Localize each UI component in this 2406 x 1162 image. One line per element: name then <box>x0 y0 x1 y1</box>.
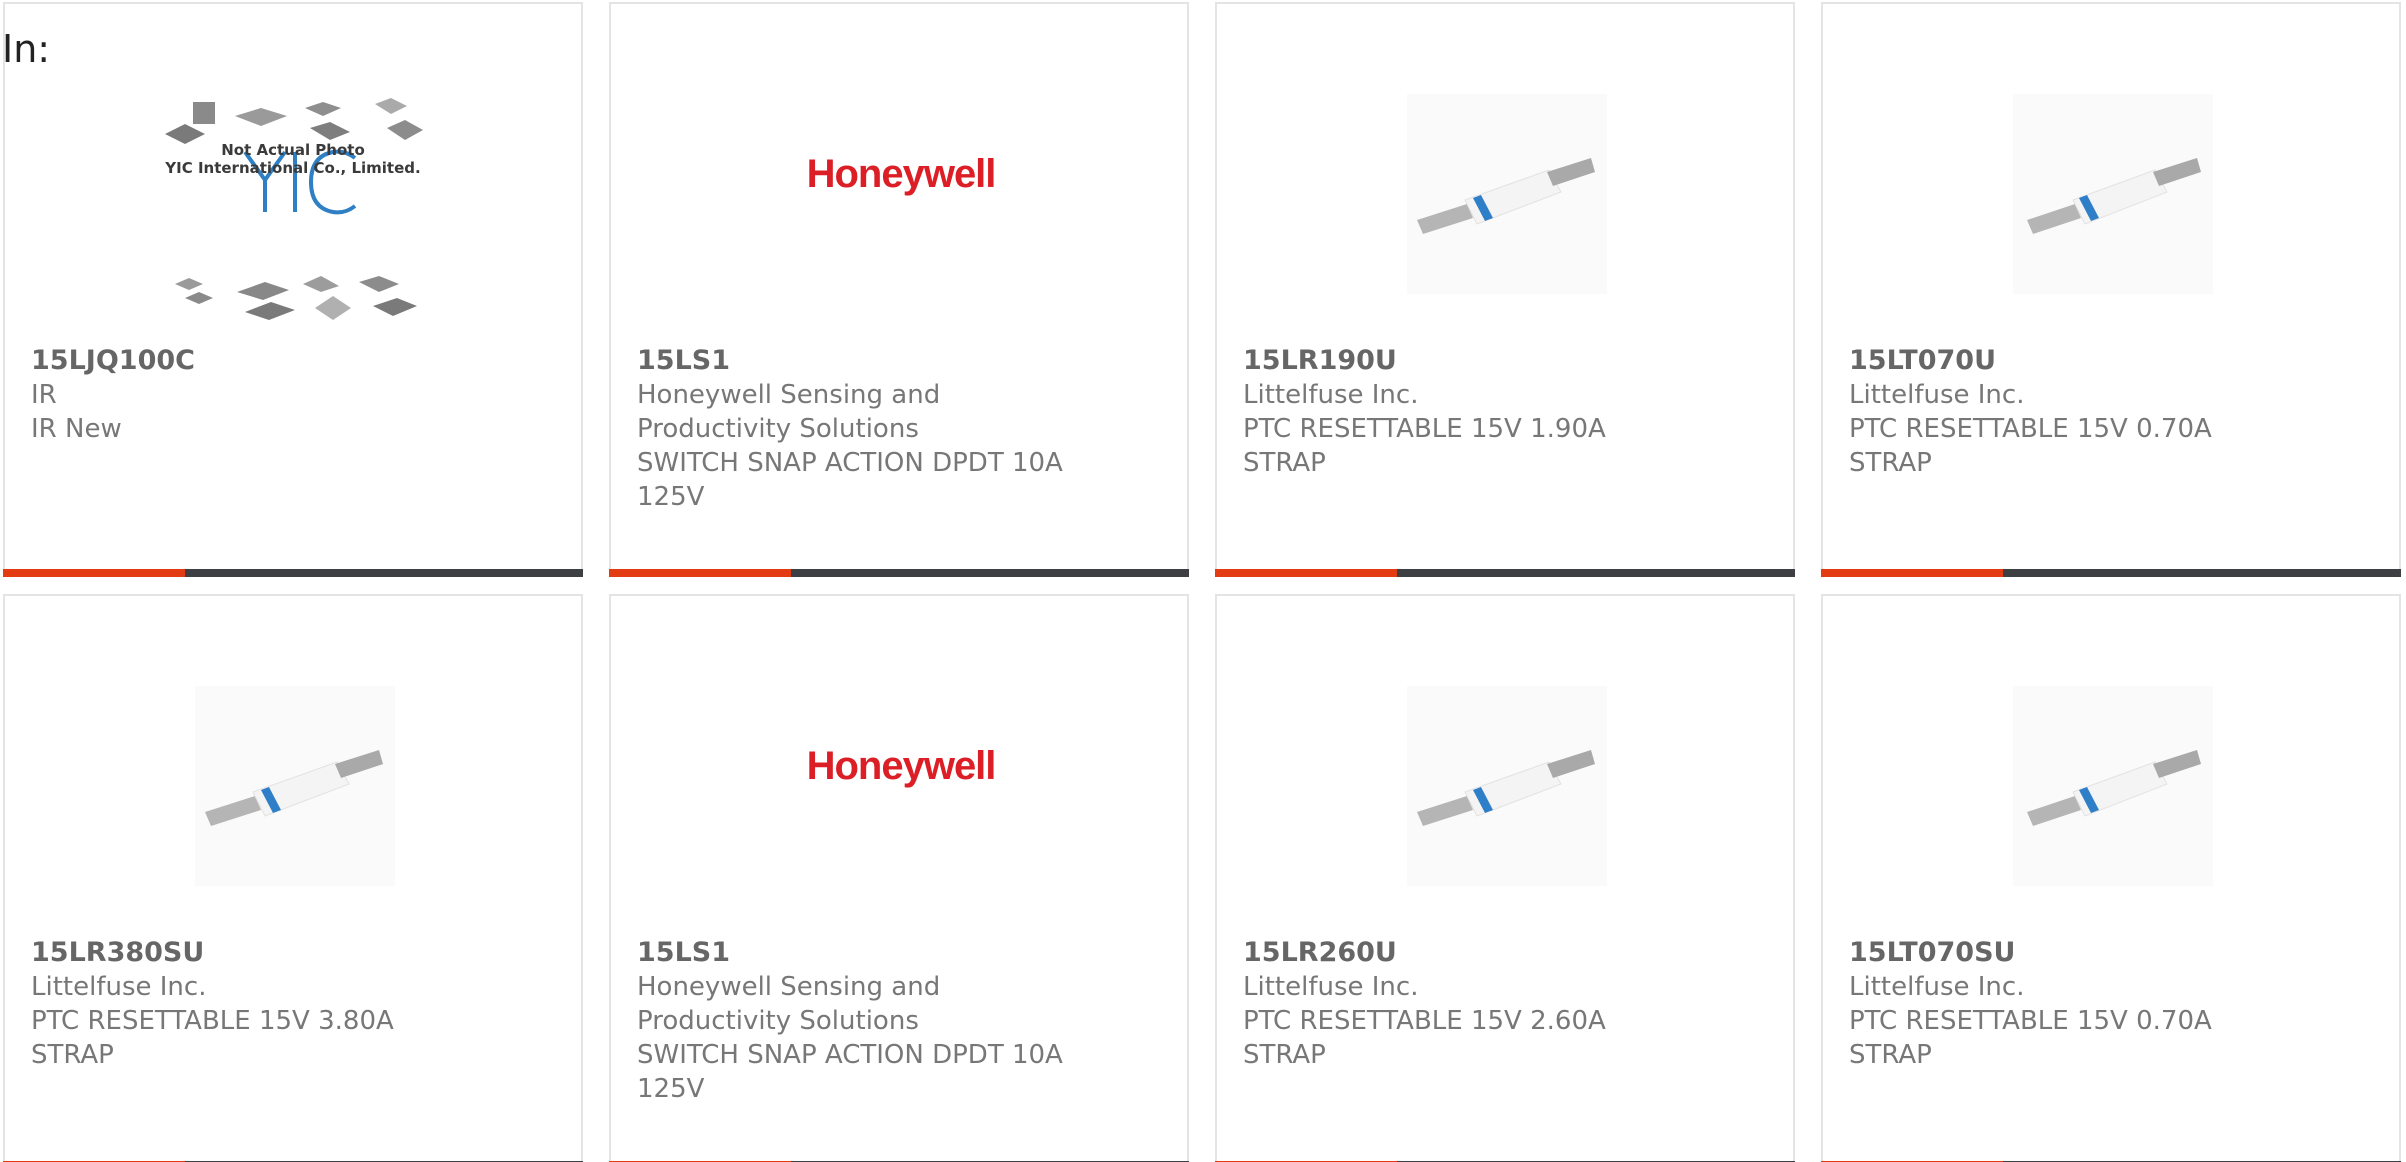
strap-fuse-icon <box>2013 94 2213 294</box>
card-text: 15LJQ100C IR IR New <box>31 344 461 446</box>
product-card[interactable]: Honeywell 15LS1 Honeywell Sensing and Pr… <box>609 594 1189 1162</box>
product-card[interactable]: 15LR260U Littelfuse Inc. PTC RESETTABLE … <box>1215 594 1795 1162</box>
manufacturer: Littelfuse Inc. <box>1243 972 1419 1002</box>
part-number[interactable]: 15LR260U <box>1243 936 1673 970</box>
manufacturer: Littelfuse Inc. <box>1849 380 2025 410</box>
card-text: 15LT070U Littelfuse Inc. PTC RESETTABLE … <box>1849 344 2279 480</box>
card-footer-bar <box>1215 569 1795 577</box>
product-card[interactable]: 15LT070SU Littelfuse Inc. PTC RESETTABLE… <box>1821 594 2401 1162</box>
manufacturer: Littelfuse Inc. <box>31 972 207 1002</box>
card-footer-accent <box>3 569 185 577</box>
description: PTC RESETTABLE 15V 1.90A STRAP <box>1243 414 1606 478</box>
product-grid-page: In: Not Actual Photo YIC International C… <box>0 0 2406 1162</box>
part-number[interactable]: 15LJQ100C <box>31 344 461 378</box>
card-footer-accent <box>609 569 791 577</box>
description: PTC RESETTABLE 15V 0.70A STRAP <box>1849 414 2212 478</box>
product-card[interactable]: Not Actual Photo YIC International Co., … <box>3 2 583 577</box>
product-card[interactable]: 15LR380SU Littelfuse Inc. PTC RESETTABLE… <box>3 594 583 1162</box>
card-footer-accent <box>1215 569 1397 577</box>
card-footer-accent <box>1821 569 2003 577</box>
manufacturer: Honeywell Sensing and Productivity Solut… <box>637 972 941 1036</box>
part-number[interactable]: 15LS1 <box>637 344 1067 378</box>
card-text: 15LT070SU Littelfuse Inc. PTC RESETTABLE… <box>1849 936 2279 1072</box>
part-number[interactable]: 15LT070SU <box>1849 936 2279 970</box>
card-footer-bar <box>3 569 583 577</box>
description: PTC RESETTABLE 15V 0.70A STRAP <box>1849 1006 2212 1070</box>
card-text: 15LR380SU Littelfuse Inc. PTC RESETTABLE… <box>31 936 461 1072</box>
part-number[interactable]: 15LT070U <box>1849 344 2279 378</box>
manufacturer: Honeywell Sensing and Productivity Solut… <box>637 380 941 444</box>
manufacturer: IR <box>31 380 57 410</box>
description: PTC RESETTABLE 15V 3.80A STRAP <box>31 1006 394 1070</box>
strap-fuse-icon <box>1407 686 1607 886</box>
card-footer-bar <box>1821 569 2401 577</box>
honeywell-logo-icon: Honeywell <box>806 152 997 196</box>
strap-fuse-icon <box>1407 94 1607 294</box>
part-number[interactable]: 15LR190U <box>1243 344 1673 378</box>
description: IR New <box>31 414 122 444</box>
part-number[interactable]: 15LS1 <box>637 936 1067 970</box>
manufacturer: Littelfuse Inc. <box>1243 380 1419 410</box>
description: PTC RESETTABLE 15V 2.60A STRAP <box>1243 1006 1606 1070</box>
placeholder-line-2: YIC International Co., Limited. <box>165 159 421 177</box>
manufacturer: Littelfuse Inc. <box>1849 972 2025 1002</box>
strap-fuse-icon <box>195 686 395 886</box>
card-text: 15LS1 Honeywell Sensing and Productivity… <box>637 936 1067 1106</box>
honeywell-logo-icon: Honeywell <box>806 744 997 788</box>
placeholder-line-1: Not Actual Photo <box>221 141 365 159</box>
product-card[interactable]: 15LT070U Littelfuse Inc. PTC RESETTABLE … <box>1821 2 2401 577</box>
in-label: In: <box>2 27 51 71</box>
card-footer-bar <box>609 569 1189 577</box>
strap-fuse-icon <box>2013 686 2213 886</box>
product-card[interactable]: 15LR190U Littelfuse Inc. PTC RESETTABLE … <box>1215 2 1795 577</box>
part-number[interactable]: 15LR380SU <box>31 936 461 970</box>
card-text: 15LR190U Littelfuse Inc. PTC RESETTABLE … <box>1243 344 1673 480</box>
placeholder-caption: Not Actual Photo YIC International Co., … <box>5 141 581 177</box>
description: SWITCH SNAP ACTION DPDT 10A 125V <box>637 448 1063 512</box>
yic-placeholder-icon <box>165 98 423 320</box>
product-card[interactable]: Honeywell 15LS1 Honeywell Sensing and Pr… <box>609 2 1189 577</box>
description: SWITCH SNAP ACTION DPDT 10A 125V <box>637 1040 1063 1104</box>
card-text: 15LR260U Littelfuse Inc. PTC RESETTABLE … <box>1243 936 1673 1072</box>
card-text: 15LS1 Honeywell Sensing and Productivity… <box>637 344 1067 514</box>
